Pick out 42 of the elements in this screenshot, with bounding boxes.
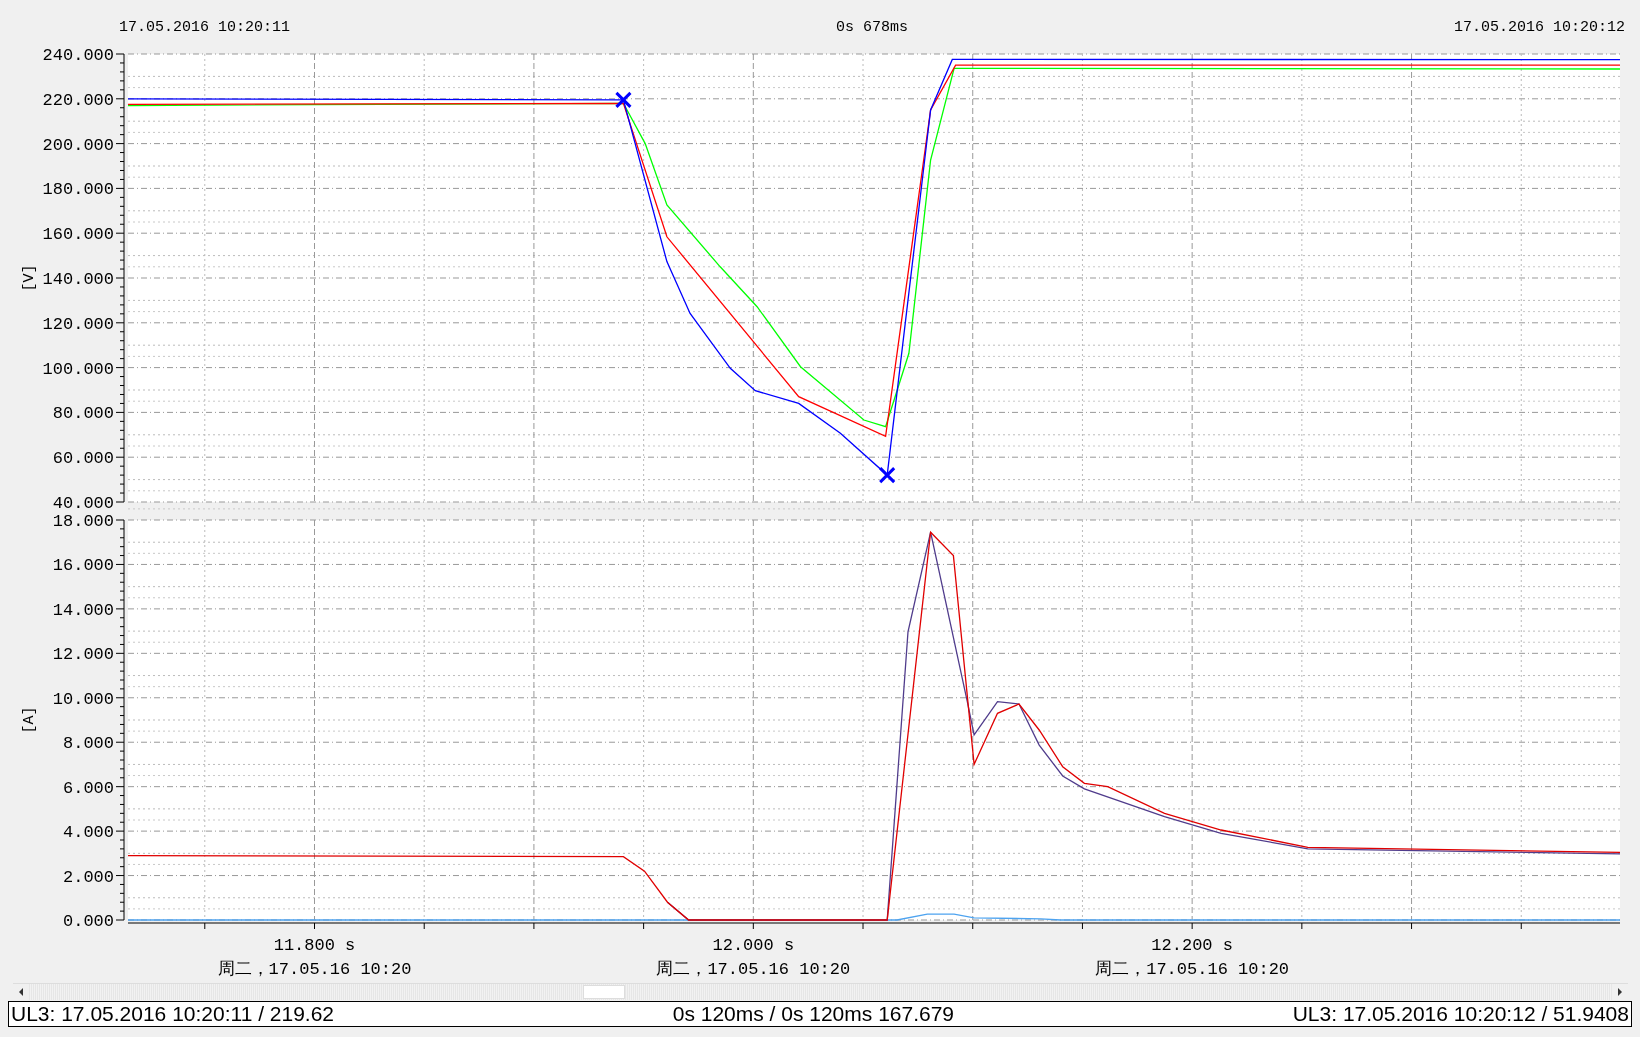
scroll-left-button[interactable] — [13, 984, 29, 1000]
x-tick-label: 12.200 s — [1151, 936, 1233, 955]
y-tick-label: 6.000 — [63, 778, 114, 798]
date-label: 周二，17.05.16 10:20 — [217, 960, 412, 979]
y-tick-label: 160.000 — [42, 225, 114, 245]
scrollbar-thumb[interactable] — [583, 985, 625, 999]
y-tick-label: 12.000 — [52, 645, 114, 665]
y-tick-label: 18.000 — [52, 512, 114, 531]
date-label: 周二，17.05.16 10:20 — [1095, 960, 1290, 979]
y-tick-label: 200.000 — [42, 135, 114, 155]
right-arrow-icon — [1617, 988, 1623, 996]
y-tick-label: 220.000 — [42, 90, 114, 110]
cursor-delta-readout: 0s 120ms / 0s 120ms 167.679 — [672, 1002, 955, 1026]
end-timestamp: 17.05.2016 10:20:12 — [1453, 19, 1625, 36]
y-tick-label: 8.000 — [63, 734, 114, 754]
y-tick-label: 60.000 — [52, 449, 114, 469]
y-tick-label: 2.000 — [63, 867, 114, 887]
y-tick-label: 120.000 — [42, 314, 114, 334]
y-axis-label: [V] — [21, 264, 38, 292]
y-tick-label: 240.000 — [42, 46, 114, 65]
y-tick-label: 40.000 — [52, 494, 114, 508]
y-tick-label: 0.000 — [63, 912, 114, 931]
x-tick-label: 12.000 s — [712, 936, 795, 955]
y-tick-label: 4.000 — [63, 823, 114, 843]
scroll-right-button[interactable] — [1612, 984, 1628, 1000]
cross-marker[interactable] — [614, 91, 632, 109]
cross-marker[interactable] — [878, 466, 896, 484]
end-cursor-readout: UL3: 17.05.2016 10:20:12 / 51.9408 — [1292, 1002, 1629, 1026]
y-tick-label: 10.000 — [52, 689, 114, 709]
y-tick-label: 14.000 — [52, 600, 114, 620]
left-arrow-icon — [18, 988, 24, 996]
y-tick-label: 180.000 — [42, 180, 114, 200]
duration-label: 0s 678ms — [836, 19, 908, 36]
y-axis-label: [A] — [21, 706, 38, 734]
y-tick-label: 80.000 — [52, 404, 114, 424]
date-label: 周二，17.05.16 10:20 — [656, 960, 851, 979]
y-tick-label: 140.000 — [42, 270, 114, 289]
y-tick-label: 16.000 — [52, 556, 114, 576]
start-cursor-readout: UL3: 17.05.2016 10:20:11 / 219.62 — [11, 1002, 335, 1026]
x-tick-label: 11.800 s — [273, 936, 356, 955]
y-tick-label: 100.000 — [42, 359, 114, 379]
start-timestamp: 17.05.2016 10:20:11 — [119, 19, 291, 36]
